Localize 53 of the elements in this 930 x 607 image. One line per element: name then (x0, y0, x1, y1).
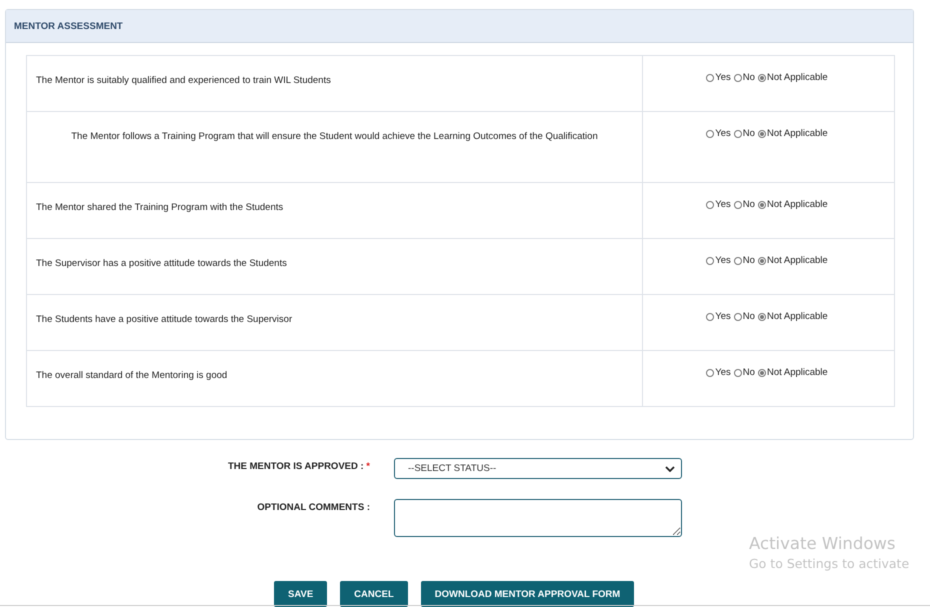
radio-button[interactable] (758, 312, 766, 320)
option-label[interactable]: Not Applicable (766, 255, 828, 266)
option-label[interactable]: No (742, 128, 755, 139)
radio-button[interactable] (706, 74, 714, 82)
radio-button[interactable] (734, 312, 742, 320)
option-label[interactable]: Not Applicable (766, 367, 828, 378)
approval-label: THE MENTOR IS APPROVED : * (227, 460, 370, 472)
radio-button[interactable] (706, 256, 714, 264)
radio-button[interactable] (734, 368, 742, 376)
option-label[interactable]: Yes (715, 311, 731, 322)
option-label[interactable]: Not Applicable (766, 128, 828, 139)
question-text: The overall standard of the Mentoring is good (36, 370, 228, 381)
action-button[interactable]: SAVE (274, 581, 328, 607)
option-label[interactable]: Not Applicable (766, 72, 828, 83)
radio-button[interactable] (758, 74, 766, 82)
action-button[interactable]: DOWNLOAD MENTOR APPROVAL FORM (420, 581, 634, 607)
option-label[interactable]: No (742, 255, 755, 266)
radio-button[interactable] (734, 200, 742, 208)
radio-button[interactable] (758, 130, 766, 138)
question-text: The Mentor follows a Training Program that will ensure the Student would achieve the Learning Outcomes of the Qualification (71, 131, 598, 142)
radio-button[interactable] (706, 368, 714, 376)
option-label[interactable]: No (742, 72, 755, 83)
option-label[interactable]: Not Applicable (766, 311, 828, 322)
option-label[interactable]: Yes (715, 199, 731, 210)
question-text: The Students have a positive attitude towards the Supervisor (36, 314, 292, 325)
radio-button[interactable] (734, 130, 742, 138)
chevron-icon (665, 466, 675, 472)
option-label[interactable]: Yes (715, 72, 731, 83)
question-text: The Supervisor has a positive attitude towards the Students (36, 258, 287, 269)
option-label[interactable]: No (742, 311, 755, 322)
radio-button[interactable] (758, 200, 766, 208)
comments-label: OPTIONAL COMMENTS : (256, 501, 370, 513)
radio-button[interactable] (758, 256, 766, 264)
option-label[interactable]: Yes (715, 255, 731, 266)
activation-title: Activate Windows (749, 533, 897, 555)
status-select[interactable]: --SELECT STATUS-- (394, 458, 682, 479)
option-label[interactable]: Not Applicable (766, 199, 828, 210)
radio-button[interactable] (706, 130, 714, 138)
option-label[interactable]: Yes (715, 128, 731, 139)
action-button[interactable]: CANCEL (340, 581, 408, 607)
question-text: The Mentor shared the Training Program with the Students (36, 202, 284, 213)
panel-title: MENTOR ASSESSMENT (14, 20, 123, 32)
option-label[interactable]: Yes (715, 367, 731, 378)
radio-button[interactable] (706, 200, 714, 208)
option-label[interactable]: No (742, 367, 755, 378)
radio-button[interactable] (734, 256, 742, 264)
question-text: The Mentor is suitably qualified and experienced to train WIL Students (36, 75, 331, 86)
radio-button[interactable] (706, 312, 714, 320)
comments-field[interactable] (394, 499, 682, 537)
radio-button[interactable] (734, 74, 742, 82)
activation-text: Go to Settings to activate (749, 555, 910, 573)
radio-button[interactable] (758, 368, 766, 376)
option-label[interactable]: No (742, 199, 755, 210)
